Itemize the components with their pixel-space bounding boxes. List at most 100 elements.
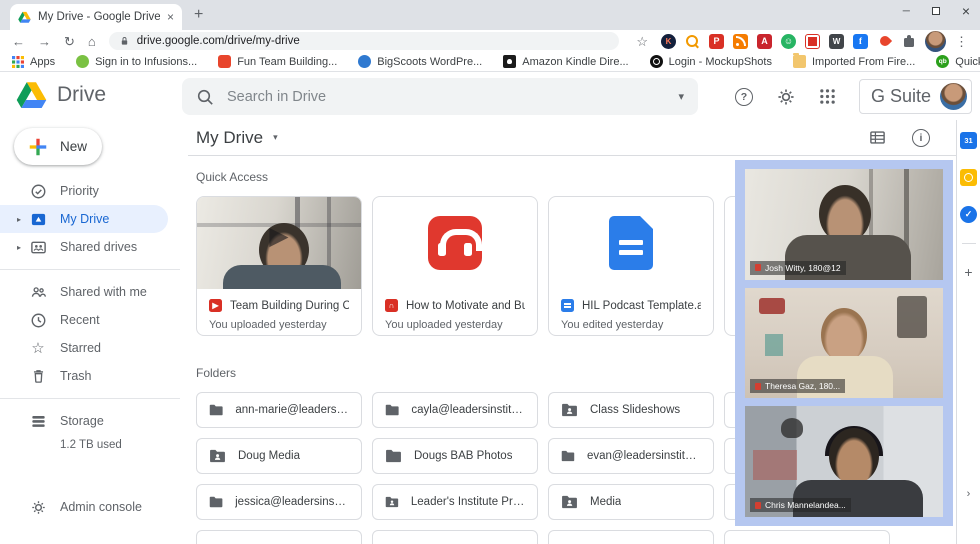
bookmark-amazon-kindle[interactable]: Amazon Kindle Dire... (503, 55, 628, 68)
minimize-icon[interactable]: ─ (903, 6, 910, 17)
video-tile[interactable]: Chris Mannelandea... (745, 406, 943, 517)
sidebar-item-starred[interactable]: ☆ Starred (0, 334, 180, 362)
tasks-panel-icon[interactable]: ✓ (960, 206, 977, 223)
folder-card[interactable]: Doug Media (196, 438, 362, 474)
browser-tab[interactable]: My Drive - Google Drive × (10, 4, 182, 30)
bookmark-fun-team-building[interactable]: Fun Team Building... (218, 55, 337, 68)
sidebar-item-admin-console[interactable]: Admin console (0, 493, 180, 521)
red-extension-icon[interactable]: P (709, 34, 724, 49)
shared-folder-icon (561, 403, 578, 417)
folder-name: Dougs BAB Photos (414, 450, 512, 462)
info-icon[interactable]: i (912, 129, 930, 147)
browser-profile-avatar[interactable] (925, 31, 946, 52)
green-extension-icon[interactable]: ☺ (781, 34, 796, 49)
folder-icon (385, 449, 402, 463)
recording-dot-icon (755, 502, 761, 509)
new-button[interactable]: New (14, 128, 102, 165)
bookmark-bigscoots[interactable]: BigScoots WordPre... (358, 55, 482, 68)
account-avatar[interactable] (940, 83, 967, 110)
url-field[interactable]: drive.google.com/drive/my-drive (109, 32, 620, 50)
quick-access-card-video[interactable]: ▶ ▶ Team Building During Covi... You upl… (196, 196, 362, 336)
back-icon[interactable]: ← (12, 35, 25, 48)
play-icon[interactable]: ▶ (269, 221, 288, 251)
rss-extension-icon[interactable] (733, 34, 748, 49)
url-text: drive.google.com/drive/my-drive (137, 35, 300, 47)
browser-menu-icon[interactable]: ⋮ (955, 35, 968, 48)
folder-card[interactable]: Leader's Institute Printed ... (372, 484, 538, 520)
folder-card[interactable] (372, 530, 538, 544)
w-extension-icon[interactable]: W (829, 34, 844, 49)
bookmark-apps[interactable]: Apps (12, 56, 55, 68)
folder-card[interactable] (724, 530, 890, 544)
storage-icon (28, 413, 48, 430)
file-subtitle: You edited yesterday (561, 319, 701, 331)
bookmark-label: Sign in to Infusions... (95, 56, 197, 68)
sidebar-item-storage[interactable]: Storage (0, 407, 180, 435)
folder-card[interactable]: Media (548, 484, 714, 520)
sidebar-item-recent[interactable]: Recent (0, 306, 180, 334)
folder-card[interactable]: Dougs BAB Photos (372, 438, 538, 474)
settings-gear-icon[interactable] (776, 87, 796, 107)
search-extension-icon[interactable] (685, 34, 700, 49)
calendar-panel-icon[interactable]: 31 (960, 132, 977, 149)
expand-arrow-icon[interactable]: ▸ (10, 243, 28, 252)
folder-name: Doug Media (238, 450, 300, 462)
google-apps-grid-icon[interactable] (819, 88, 836, 105)
close-window-icon[interactable]: × (962, 3, 970, 19)
bookmark-infusionsoft[interactable]: Sign in to Infusions... (76, 55, 197, 68)
pdf-extension-icon[interactable]: A (757, 34, 772, 49)
bookmark-imported-folder[interactable]: Imported From Fire... (793, 55, 915, 68)
quick-access-card-audio[interactable]: ∩ How to Motivate and Build ... You uplo… (372, 196, 538, 336)
folder-card[interactable] (548, 530, 714, 544)
address-bar: ← → ↻ ⌂ drive.google.com/drive/my-drive … (0, 30, 980, 52)
restore-icon[interactable] (932, 7, 940, 15)
folder-card[interactable]: jessica@leadersinstitute.... (196, 484, 362, 520)
video-call-overlay: Josh Witty, 180@12 Theresa Gaz, 180... C… (735, 160, 953, 526)
fox-extension-icon[interactable] (877, 34, 892, 49)
folder-card[interactable]: evan@leadersinstitute.com (548, 438, 714, 474)
forward-icon[interactable]: → (38, 35, 51, 48)
video-tile[interactable]: Josh Witty, 180@12 (745, 169, 943, 280)
puzzle-extensions-icon[interactable] (901, 34, 916, 49)
recent-clock-icon (28, 312, 48, 329)
search-options-caret-icon[interactable]: ▾ (678, 90, 684, 103)
get-addons-icon[interactable]: + (964, 264, 972, 280)
reload-icon[interactable]: ↻ (64, 35, 75, 48)
bookmark-star-icon[interactable]: ☆ (636, 35, 648, 48)
search-input[interactable]: Search in Drive ▾ (182, 78, 698, 115)
sidebar-item-shared-with-me[interactable]: Shared with me (0, 278, 180, 306)
keepa-extension-icon[interactable]: K (661, 34, 676, 49)
folder-card[interactable] (196, 530, 362, 544)
facebook-extension-icon[interactable]: f (853, 34, 868, 49)
file-title: How to Motivate and Build ... (406, 300, 525, 312)
tab-close-icon[interactable]: × (167, 11, 174, 23)
hide-panel-chevron-icon[interactable]: › (967, 488, 971, 500)
home-icon[interactable]: ⌂ (88, 35, 96, 48)
new-button-label: New (60, 139, 87, 154)
bookmark-quickbooks[interactable]: qb QuickBooks Online... (936, 55, 980, 68)
keep-panel-icon[interactable] (960, 169, 977, 186)
drive-logo-text: Drive (57, 83, 106, 107)
quick-access-card-doc[interactable]: HIL Podcast Template.aup You edited yest… (548, 196, 714, 336)
lock-icon (119, 35, 130, 47)
sidebar-item-shared-drives[interactable]: ▸ Shared drives (0, 233, 180, 261)
folder-card[interactable]: ann-marie@leadersinstit... (196, 392, 362, 428)
page-title-caret-icon[interactable]: ▾ (273, 132, 278, 143)
sidebar-item-trash[interactable]: Trash (0, 362, 180, 390)
new-tab-button[interactable]: + (194, 6, 203, 24)
expand-arrow-icon[interactable]: ▸ (10, 215, 28, 224)
bookmark-mockupshots[interactable]: Login - MockupShots (650, 55, 772, 68)
video-tile[interactable]: Theresa Gaz, 180... (745, 288, 943, 399)
sidebar-item-label: My Drive (60, 212, 109, 226)
sidebar-item-my-drive[interactable]: ▸ My Drive (0, 205, 168, 233)
drive-logo[interactable]: Drive (16, 81, 106, 108)
calendar-extension-icon[interactable] (805, 34, 820, 49)
audio-file-icon: ∩ (385, 299, 398, 312)
shared-with-me-icon (28, 284, 48, 301)
list-view-toggle-icon[interactable] (869, 129, 886, 146)
bigscoots-icon (358, 55, 371, 68)
folder-card[interactable]: cayla@leadersinstitute.c... (372, 392, 538, 428)
help-icon[interactable]: ? (735, 88, 753, 106)
sidebar-item-priority[interactable]: Priority (0, 177, 180, 205)
folder-card[interactable]: Class Slideshows (548, 392, 714, 428)
